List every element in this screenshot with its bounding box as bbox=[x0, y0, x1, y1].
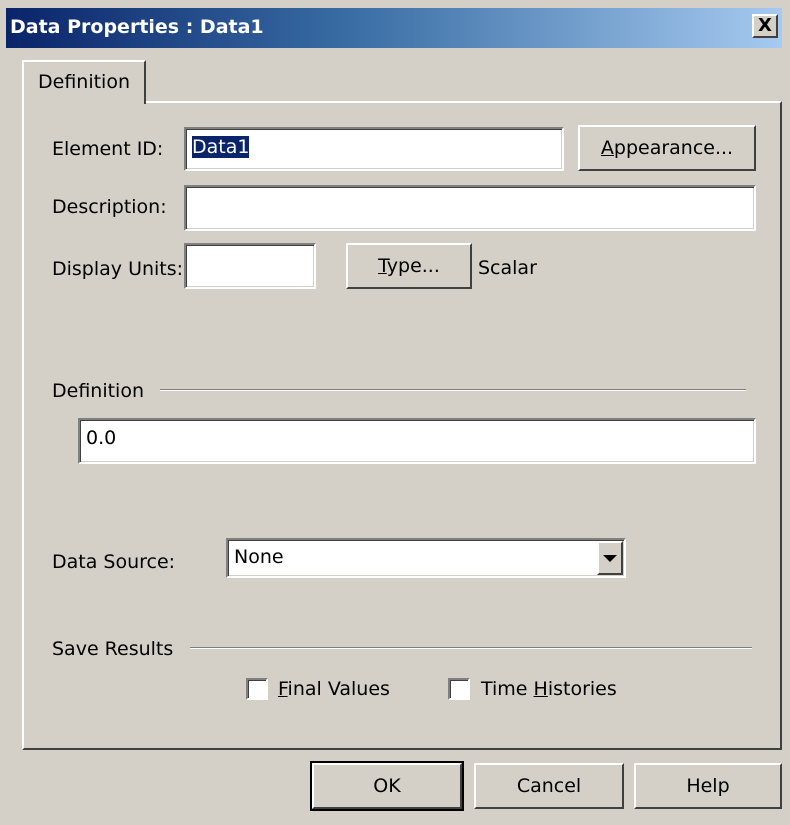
final-values-checkbox[interactable] bbox=[246, 678, 268, 700]
close-icon: X bbox=[758, 15, 772, 36]
help-button-label: Help bbox=[686, 775, 730, 797]
cancel-button[interactable]: Cancel bbox=[474, 763, 624, 809]
element-id-label: Element ID: bbox=[52, 138, 164, 160]
display-units-label: Display Units: bbox=[52, 258, 184, 280]
type-button[interactable]: Type... bbox=[346, 243, 472, 289]
ok-button[interactable]: OK bbox=[310, 761, 464, 811]
data-properties-dialog: Data Properties : Data1 X Definition Ele… bbox=[0, 0, 790, 825]
time-histories-label[interactable]: Time Histories bbox=[481, 678, 617, 700]
type-button-label: Type... bbox=[378, 255, 440, 277]
definition-value: 0.0 bbox=[86, 427, 117, 449]
appearance-button-label: Appearance... bbox=[600, 137, 734, 159]
chevron-down-icon bbox=[603, 554, 617, 562]
definition-section-label: Definition bbox=[52, 380, 145, 402]
help-button[interactable]: Help bbox=[634, 763, 782, 809]
tab-definition-label: Definition bbox=[38, 71, 131, 93]
appearance-button[interactable]: Appearance... bbox=[578, 125, 756, 171]
window-title: Data Properties : Data1 bbox=[10, 16, 264, 38]
save-results-separator bbox=[190, 647, 752, 649]
time-histories-checkbox[interactable] bbox=[448, 678, 470, 700]
tab-definition[interactable]: Definition bbox=[22, 60, 146, 104]
data-source-value: None bbox=[234, 546, 284, 568]
definition-input[interactable]: 0.0 bbox=[78, 418, 756, 464]
close-button[interactable]: X bbox=[752, 14, 778, 38]
dropdown-arrow-button[interactable] bbox=[597, 541, 623, 575]
element-id-value: Data1 bbox=[192, 136, 250, 158]
final-values-label[interactable]: Final Values bbox=[278, 678, 390, 700]
type-value: Scalar bbox=[478, 257, 537, 279]
description-label: Description: bbox=[52, 196, 167, 218]
definition-separator bbox=[160, 389, 746, 391]
cancel-button-label: Cancel bbox=[516, 775, 582, 797]
data-source-label: Data Source: bbox=[52, 551, 176, 573]
data-source-select[interactable]: None bbox=[226, 538, 626, 578]
element-id-input[interactable]: Data1 bbox=[184, 127, 564, 171]
display-units-input[interactable] bbox=[184, 243, 316, 289]
description-input[interactable] bbox=[184, 185, 756, 231]
save-results-label: Save Results bbox=[52, 638, 174, 660]
title-bar[interactable]: Data Properties : Data1 X bbox=[6, 8, 782, 48]
ok-button-label: OK bbox=[373, 775, 401, 797]
